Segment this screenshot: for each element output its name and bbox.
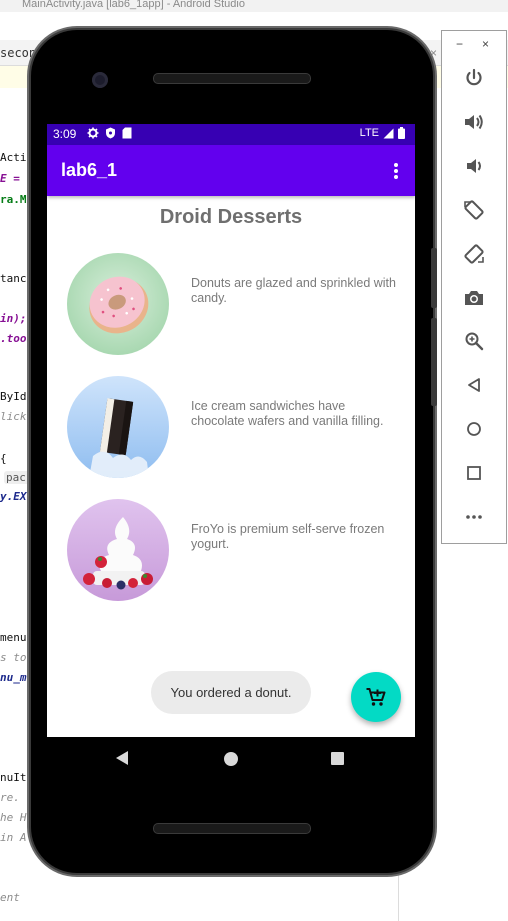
app-title: lab6_1 bbox=[61, 160, 118, 180]
code-line: re. T bbox=[0, 791, 34, 804]
front-camera bbox=[92, 72, 108, 88]
camera-icon[interactable] bbox=[462, 286, 486, 310]
close-icon[interactable]: × bbox=[482, 37, 489, 51]
add-shopping-cart-icon bbox=[366, 688, 386, 706]
code-line: he Ho bbox=[0, 811, 34, 824]
more-icon[interactable] bbox=[462, 505, 486, 529]
battery-icon bbox=[398, 127, 405, 139]
phone-side-button bbox=[431, 318, 437, 406]
power-icon[interactable] bbox=[462, 66, 486, 90]
shield-icon bbox=[106, 127, 115, 139]
status-time: 3:09 bbox=[53, 127, 77, 141]
code-line: Activ bbox=[0, 151, 34, 164]
dessert-item-donut: Donuts are glazed and sprinkled with can… bbox=[67, 253, 407, 357]
code-line: menu bbox=[0, 631, 27, 644]
minimize-icon[interactable]: − bbox=[456, 37, 463, 51]
signal-icon bbox=[383, 128, 394, 138]
zoom-icon[interactable] bbox=[462, 329, 486, 353]
nav-back-icon[interactable] bbox=[115, 750, 129, 766]
code-line: .tool bbox=[0, 332, 34, 345]
cart-fab-button[interactable] bbox=[351, 672, 401, 722]
code-line: lick bbox=[0, 410, 27, 423]
code-line: in A bbox=[0, 831, 27, 844]
code-line: s to bbox=[0, 651, 27, 664]
ide-window-title: MainActivity.java [lab6_1app] - Android … bbox=[0, 0, 508, 12]
dessert-description: FroYo is premium self-serve frozen yogur… bbox=[191, 522, 385, 551]
emulator-toolbar: − × bbox=[441, 30, 507, 544]
nav-home-icon[interactable] bbox=[224, 752, 238, 766]
code-line: tance bbox=[0, 272, 34, 285]
overview-icon[interactable] bbox=[462, 461, 486, 485]
toast-message: You ordered a donut. bbox=[151, 671, 311, 714]
nav-recents-icon[interactable] bbox=[331, 752, 344, 765]
volume-up-icon[interactable] bbox=[462, 110, 486, 134]
code-line: nu_me bbox=[0, 671, 34, 684]
code-line: E = bbox=[0, 172, 20, 185]
rotate-right-icon[interactable] bbox=[462, 242, 486, 266]
speaker-grille bbox=[153, 73, 311, 84]
rotate-left-icon[interactable] bbox=[462, 198, 486, 222]
status-bar: 3:09 LTE bbox=[47, 124, 415, 145]
page-title: Droid Desserts bbox=[159, 206, 303, 228]
donut-image[interactable] bbox=[67, 253, 169, 355]
code-line: nuIte bbox=[0, 771, 34, 784]
sd-card-icon bbox=[122, 127, 132, 139]
dessert-description: Donuts are glazed and sprinkled with can… bbox=[191, 276, 396, 305]
volume-down-icon[interactable] bbox=[462, 154, 486, 178]
app-bar: lab6_1 bbox=[47, 145, 415, 196]
speaker-grille bbox=[153, 823, 311, 834]
navigation-bar bbox=[47, 737, 415, 781]
code-line: ById bbox=[0, 390, 27, 403]
dessert-item-ice-cream-sandwich: Ice cream sandwiches have chocolate wafe… bbox=[67, 376, 407, 480]
tab-close-icon[interactable]: × bbox=[430, 46, 437, 60]
settings-icon bbox=[87, 127, 99, 139]
code-line: in); bbox=[0, 312, 27, 325]
code-line: y.EXT bbox=[0, 490, 34, 503]
dessert-item-froyo: FroYo is premium self-serve frozen yogur… bbox=[67, 499, 407, 603]
code-line: ent bbox=[0, 891, 20, 904]
dessert-description: Ice cream sandwiches have chocolate wafe… bbox=[191, 399, 384, 428]
froyo-image[interactable] bbox=[67, 499, 169, 601]
code-line: pack bbox=[4, 471, 35, 484]
code-line: ra.ME bbox=[0, 193, 34, 206]
editor-divider bbox=[398, 866, 399, 921]
code-line: { bbox=[0, 452, 7, 465]
phone-side-button bbox=[431, 248, 437, 308]
back-icon[interactable] bbox=[462, 373, 486, 397]
home-icon[interactable] bbox=[462, 417, 486, 441]
network-type: LTE bbox=[359, 127, 379, 139]
overflow-menu-icon[interactable] bbox=[387, 159, 405, 183]
ice-cream-sandwich-image[interactable] bbox=[67, 376, 169, 478]
phone-screen: 3:09 LTE lab6_1 Droid Desserts Donuts ar… bbox=[47, 124, 415, 737]
